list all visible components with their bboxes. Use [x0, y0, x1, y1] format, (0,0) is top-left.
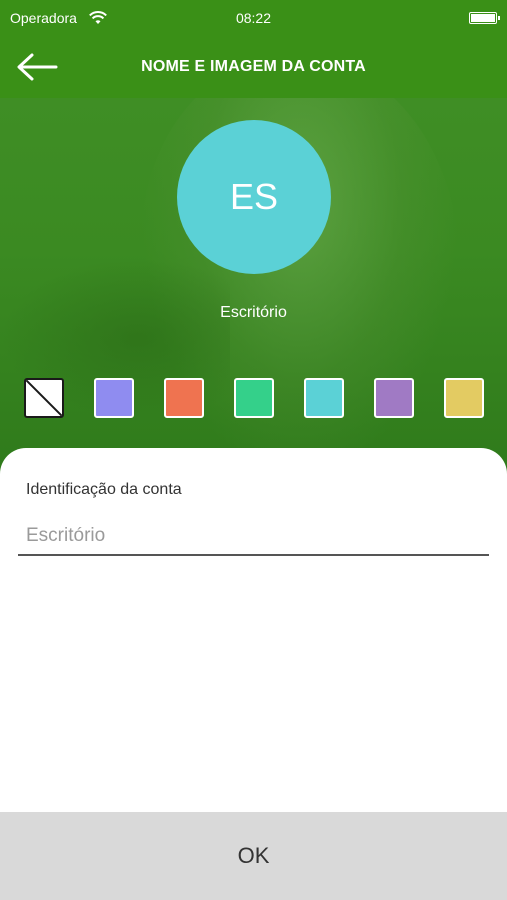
avatar-initials: ES: [229, 176, 279, 217]
ok-button[interactable]: OK: [0, 812, 507, 900]
app-header: NOME E IMAGEM DA CONTA: [0, 36, 507, 98]
account-form-card: Identificação da conta: [0, 448, 507, 812]
account-avatar: ES: [177, 120, 331, 274]
status-time: 08:22: [235, 10, 272, 26]
status-bar: Operadora 08:22: [0, 0, 507, 36]
swatch-orange[interactable]: [164, 378, 204, 418]
color-swatches: [0, 378, 507, 418]
swatch-green[interactable]: [234, 378, 274, 418]
battery-icon: [469, 12, 500, 24]
page-title: NOME E IMAGEM DA CONTA: [141, 58, 366, 75]
account-id-input[interactable]: [18, 518, 489, 556]
swatch-purple-blue[interactable]: [94, 378, 134, 418]
no-color-icon: [26, 380, 62, 416]
account-id-label: Identificação da conta: [26, 481, 182, 498]
swatch-no-color[interactable]: [24, 378, 64, 418]
account-name: Escritório: [220, 304, 287, 321]
swatch-yellow[interactable]: [444, 378, 484, 418]
swatch-cyan[interactable]: [304, 378, 344, 418]
swatch-purple[interactable]: [374, 378, 414, 418]
ok-button-label: OK: [237, 843, 270, 868]
